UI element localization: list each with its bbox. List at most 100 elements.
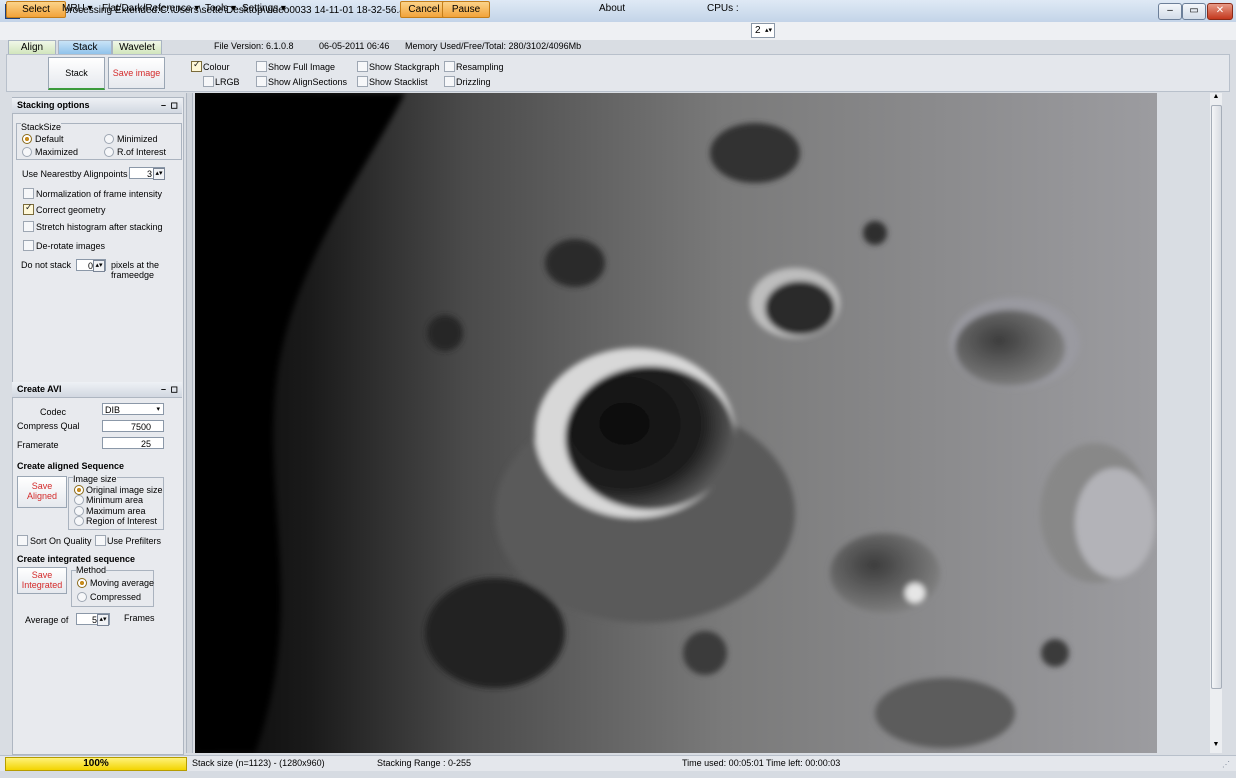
progress-bar: 100% [5, 757, 187, 771]
menu-about[interactable]: About [595, 1, 629, 16]
frames-label: Frames [124, 613, 155, 623]
minimum-area-label: Minimum area [86, 495, 144, 505]
derotate-label: De-rotate images [36, 241, 106, 251]
file-version: File Version: 6.1.0.8 [214, 41, 294, 51]
stacksize-minimized-radio[interactable] [104, 134, 114, 144]
aligned-sequence-heading: Create aligned Sequence [17, 461, 125, 471]
sort-on-quality-label: Sort On Quality [30, 536, 92, 546]
close-button[interactable]: ✕ [1207, 3, 1233, 20]
stacksize-default-label: Default [35, 134, 64, 144]
correct-geometry-label: Correct geometry [36, 205, 106, 215]
sort-on-quality-checkbox[interactable] [17, 535, 28, 546]
show-stacklist-checkbox[interactable] [357, 76, 368, 87]
nearest-spinner-icon[interactable]: ▴▾ [153, 168, 165, 180]
colour-label: Colour [203, 62, 230, 72]
scroll-up-icon[interactable]: ▲ [1210, 93, 1222, 100]
stacking-options-header: Stacking options – ◻ [12, 98, 182, 114]
framerate-input[interactable]: 25 [102, 437, 164, 449]
show-full-image-checkbox[interactable] [256, 61, 267, 72]
menu-mru[interactable]: MRU ▾ [58, 1, 97, 16]
moon-surface-image [195, 93, 1157, 753]
scroll-down-icon[interactable]: ▼ [1210, 741, 1222, 748]
frameedge-label: frameedge [111, 270, 155, 280]
stacksize-minimized-label: Minimized [117, 134, 158, 144]
save-integrated-button[interactable]: Save Integrated [17, 567, 67, 594]
menu-flat-dark-reference[interactable]: Flat/Dark/Reference ▾ [98, 1, 203, 16]
stacksize-maximized-radio[interactable] [22, 147, 32, 157]
select-button[interactable]: Select [6, 1, 66, 18]
compressed-label: Compressed [90, 592, 142, 602]
stack-size-status: Stack size (n=1123) - (1280x960) [192, 758, 325, 768]
cpus-spinner[interactable]: 2 ▴▾ [751, 23, 775, 38]
region-of-interest-radio[interactable] [74, 516, 84, 526]
region-of-interest-label: Region of Interest [86, 516, 158, 526]
derotate-checkbox[interactable] [23, 240, 34, 251]
integrated-sequence-heading: Create integrated sequence [17, 554, 136, 564]
average-of-label: Average of [25, 615, 69, 625]
show-alignsections-label: Show AlignSections [268, 77, 348, 87]
pixels-at-label: pixels at the [111, 260, 160, 270]
memory-info: Memory Used/Free/Total: 280/3102/4096Mb [405, 41, 582, 51]
create-avi-header: Create AVI – ◻ [12, 382, 182, 398]
normalization-checkbox[interactable] [23, 188, 34, 199]
show-alignsections-checkbox[interactable] [256, 76, 267, 87]
compress-qual-input[interactable]: 7500 [102, 420, 164, 432]
stacksize-maximized-label: Maximized [35, 147, 79, 157]
lrgb-label: LRGB [215, 77, 240, 87]
stretch-histogram-checkbox[interactable] [23, 221, 34, 232]
framerate-label: Framerate [17, 440, 59, 450]
lrgb-checkbox[interactable] [203, 76, 214, 87]
method-label: Method [76, 565, 107, 575]
scrollbar-thumb[interactable] [1211, 105, 1222, 689]
show-stackgraph-label: Show Stackgraph [369, 62, 440, 72]
menu-settings[interactable]: Settings ▾ [238, 1, 290, 16]
original-size-radio[interactable] [74, 485, 84, 495]
codec-dropdown[interactable]: DIB ▾ [102, 403, 164, 415]
pause-button[interactable]: Pause [442, 1, 490, 18]
save-aligned-button[interactable]: Save Aligned [17, 476, 67, 508]
minimize-button[interactable]: ‒ [1158, 3, 1182, 20]
stacksize-label: StackSize [21, 122, 62, 132]
cancel-button[interactable]: Cancel [400, 1, 448, 18]
use-prefilters-label: Use Prefilters [107, 536, 162, 546]
colour-checkbox[interactable] [191, 61, 202, 72]
file-date: 06-05-2011 06:46 [319, 41, 390, 51]
moving-average-label: Moving average [90, 578, 155, 588]
nearest-alignpoints-label: Use Nearestby Alignpoints [22, 169, 128, 179]
compressed-radio[interactable] [77, 592, 87, 602]
drizzling-checkbox[interactable] [444, 76, 455, 87]
normalization-label: Normalization of frame intensity [36, 189, 163, 199]
collapse-icon[interactable]: – [161, 98, 166, 113]
stack-toolbar [6, 54, 1230, 92]
average-spinner-icon[interactable]: ▴▾ [97, 614, 109, 626]
tab-wavelet[interactable]: Wavelet [112, 40, 162, 55]
tab-align[interactable]: Align [8, 40, 56, 55]
tab-stack[interactable]: Stack [58, 40, 112, 55]
minimum-area-radio[interactable] [74, 495, 84, 505]
moving-average-radio[interactable] [77, 578, 87, 588]
show-stackgraph-checkbox[interactable] [357, 61, 368, 72]
use-prefilters-checkbox[interactable] [95, 535, 106, 546]
do-not-stack-spinner-icon[interactable]: ▴▾ [93, 260, 105, 272]
stacking-range-status: Stacking Range : 0-255 [377, 758, 472, 768]
stretch-histogram-label: Stretch histogram after stacking [36, 222, 163, 232]
panel-splitter[interactable] [186, 93, 193, 753]
vertical-scrollbar[interactable]: ▲ ▼ [1210, 93, 1222, 753]
codec-label: Codec [40, 407, 67, 417]
menu-tools[interactable]: Tools ▾ [201, 1, 240, 16]
maximize-button[interactable]: ▭ [1182, 3, 1206, 20]
save-image-button[interactable]: Save image [108, 57, 165, 89]
float-icon[interactable]: ◻ [171, 98, 178, 113]
collapse-icon[interactable]: – [161, 382, 166, 397]
stacksize-default-radio[interactable] [22, 134, 32, 144]
correct-geometry-checkbox[interactable] [23, 204, 34, 215]
maximum-area-radio[interactable] [74, 506, 84, 516]
resampling-checkbox[interactable] [444, 61, 455, 72]
stacked-image-view[interactable] [195, 93, 1157, 753]
resize-grip-icon[interactable]: ⋰ [1222, 760, 1230, 769]
stack-button[interactable]: Stack [48, 57, 105, 90]
stacksize-roi-radio[interactable] [104, 147, 114, 157]
compress-qual-label: Compress Qual [17, 421, 80, 431]
dropdown-arrow-icon: ▾ [156, 406, 160, 413]
float-icon[interactable]: ◻ [171, 382, 178, 397]
